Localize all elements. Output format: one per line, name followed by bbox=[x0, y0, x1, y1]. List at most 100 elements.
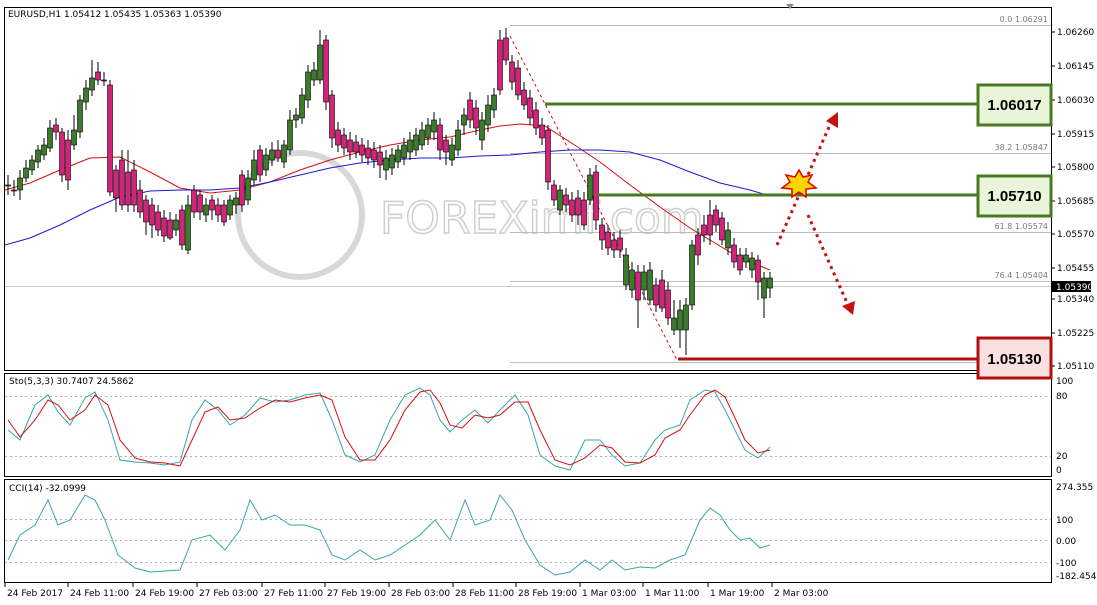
stochastic-panel[interactable] bbox=[4, 373, 1052, 477]
candle-body[interactable] bbox=[401, 144, 407, 159]
candle-body[interactable] bbox=[467, 99, 473, 121]
candle-body[interactable] bbox=[635, 271, 641, 301]
candle-body[interactable] bbox=[749, 257, 755, 271]
candle-body[interactable] bbox=[497, 39, 503, 91]
candle-body[interactable] bbox=[449, 144, 455, 161]
candle-body[interactable] bbox=[539, 124, 545, 139]
candle-body[interactable] bbox=[515, 67, 521, 96]
candle-body[interactable] bbox=[329, 94, 335, 139]
candle-body[interactable] bbox=[527, 97, 533, 119]
candle-body[interactable] bbox=[683, 304, 689, 331]
candle-body[interactable] bbox=[251, 159, 257, 181]
candle-body[interactable] bbox=[599, 224, 605, 241]
candle-body[interactable] bbox=[5, 184, 11, 187]
candle-body[interactable] bbox=[761, 277, 767, 299]
candle-body[interactable] bbox=[107, 84, 113, 193]
candle-body[interactable] bbox=[317, 44, 323, 81]
candle-body[interactable] bbox=[257, 149, 263, 176]
candle-body[interactable] bbox=[89, 77, 95, 91]
candle-body[interactable] bbox=[215, 204, 221, 216]
candle-body[interactable] bbox=[173, 219, 179, 231]
candle-body[interactable] bbox=[245, 177, 251, 201]
candle-body[interactable] bbox=[743, 254, 749, 263]
candle-body[interactable] bbox=[143, 199, 149, 223]
candle-body[interactable] bbox=[431, 119, 437, 133]
candle-body[interactable] bbox=[323, 39, 329, 103]
candle-body[interactable] bbox=[77, 99, 83, 133]
candle-body[interactable] bbox=[113, 169, 119, 199]
candle-body[interactable] bbox=[101, 79, 107, 82]
candle-body[interactable] bbox=[311, 69, 317, 81]
candle-body[interactable] bbox=[335, 129, 341, 146]
cci-panel[interactable] bbox=[4, 479, 1052, 583]
candle-body[interactable] bbox=[689, 244, 695, 306]
candle-body[interactable] bbox=[299, 94, 305, 119]
candle-body[interactable] bbox=[479, 119, 485, 141]
candle-body[interactable] bbox=[461, 114, 467, 126]
candle-body[interactable] bbox=[407, 139, 413, 153]
candle-body[interactable] bbox=[563, 194, 569, 206]
candle-body[interactable] bbox=[641, 271, 647, 291]
candle-body[interactable] bbox=[545, 129, 551, 183]
candle-body[interactable] bbox=[551, 184, 557, 201]
candle-body[interactable] bbox=[389, 154, 395, 169]
candle-body[interactable] bbox=[623, 254, 629, 286]
candle-body[interactable] bbox=[221, 204, 227, 223]
candle-body[interactable] bbox=[437, 124, 443, 151]
candle-body[interactable] bbox=[557, 189, 563, 211]
candle-body[interactable] bbox=[167, 219, 173, 239]
candle-body[interactable] bbox=[239, 174, 245, 206]
candle-body[interactable] bbox=[425, 124, 431, 139]
candle-body[interactable] bbox=[161, 217, 167, 237]
candle-body[interactable] bbox=[305, 71, 311, 101]
candle-body[interactable] bbox=[395, 149, 401, 163]
candle-body[interactable] bbox=[365, 147, 371, 159]
candle-body[interactable] bbox=[485, 104, 491, 126]
candle-body[interactable] bbox=[677, 309, 683, 331]
candle-body[interactable] bbox=[701, 224, 707, 236]
candle-body[interactable] bbox=[197, 194, 203, 213]
candle-body[interactable] bbox=[503, 37, 509, 61]
candle-body[interactable] bbox=[359, 144, 365, 156]
candle-body[interactable] bbox=[11, 189, 17, 192]
candle-body[interactable] bbox=[473, 107, 479, 129]
candle-body[interactable] bbox=[35, 149, 41, 163]
candle-body[interactable] bbox=[725, 229, 731, 249]
candle-body[interactable] bbox=[281, 144, 287, 163]
candle-body[interactable] bbox=[95, 71, 101, 81]
candle-body[interactable] bbox=[617, 237, 623, 251]
candle-body[interactable] bbox=[611, 239, 617, 251]
candle-body[interactable] bbox=[383, 157, 389, 171]
candle-body[interactable] bbox=[587, 174, 593, 201]
candle-body[interactable] bbox=[275, 149, 281, 159]
candle-body[interactable] bbox=[713, 209, 719, 226]
candle-body[interactable] bbox=[59, 131, 65, 176]
candle-body[interactable] bbox=[581, 199, 587, 226]
candle-body[interactable] bbox=[293, 114, 299, 121]
candle-body[interactable] bbox=[731, 244, 737, 263]
trading-chart[interactable]: 1.06260 1.06145 1.06030 1.05915 1.05800 1.056… bbox=[0, 0, 1097, 605]
candle-body[interactable] bbox=[371, 149, 377, 161]
candle-body[interactable] bbox=[119, 159, 125, 206]
candle-body[interactable] bbox=[137, 189, 143, 213]
candle-body[interactable] bbox=[353, 141, 359, 153]
candle-body[interactable] bbox=[269, 149, 275, 161]
candle-body[interactable] bbox=[191, 189, 197, 213]
candle-body[interactable] bbox=[719, 217, 725, 241]
candle-body[interactable] bbox=[671, 317, 677, 331]
candle-body[interactable] bbox=[629, 269, 635, 291]
candle-body[interactable] bbox=[17, 177, 23, 191]
candle-body[interactable] bbox=[83, 87, 89, 103]
candle-body[interactable] bbox=[521, 89, 527, 106]
candle-body[interactable] bbox=[209, 199, 215, 211]
candle-body[interactable] bbox=[533, 109, 539, 129]
candle-body[interactable] bbox=[575, 197, 581, 216]
candle-body[interactable] bbox=[347, 139, 353, 153]
candle-body[interactable] bbox=[155, 211, 161, 231]
candle-body[interactable] bbox=[65, 139, 71, 181]
candle-body[interactable] bbox=[605, 231, 611, 249]
candle-body[interactable] bbox=[707, 214, 713, 236]
candle-body[interactable] bbox=[263, 154, 269, 171]
candle-body[interactable] bbox=[203, 204, 209, 216]
candle-body[interactable] bbox=[569, 199, 575, 216]
